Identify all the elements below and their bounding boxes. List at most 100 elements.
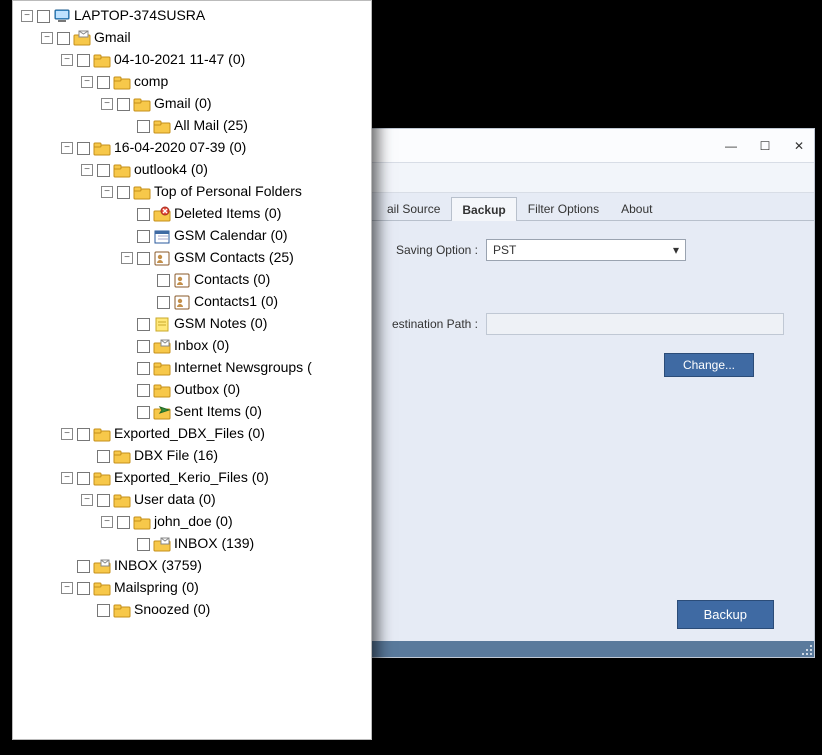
destination-path-label: estination Path :	[376, 317, 486, 331]
tree-checkbox[interactable]	[137, 340, 150, 353]
tree-node[interactable]: −outlook4 (0)	[15, 159, 369, 181]
folder-icon	[153, 360, 171, 376]
maximize-button[interactable]: ☐	[758, 139, 772, 153]
tree-checkbox[interactable]	[137, 208, 150, 221]
tree-node[interactable]: GSM Calendar (0)	[15, 225, 369, 247]
tree-node[interactable]: Sent Items (0)	[15, 401, 369, 423]
collapse-toggle[interactable]: −	[41, 32, 53, 44]
tree-node[interactable]: Contacts (0)	[15, 269, 369, 291]
tree-checkbox[interactable]	[137, 538, 150, 551]
collapse-toggle[interactable]: −	[61, 472, 73, 484]
close-button[interactable]: ✕	[792, 139, 806, 153]
tree-checkbox[interactable]	[137, 406, 150, 419]
tree-checkbox[interactable]	[77, 560, 90, 573]
tree-checkbox[interactable]	[137, 120, 150, 133]
collapse-toggle[interactable]: −	[61, 428, 73, 440]
tree-node-label: Exported_Kerio_Files (0)	[114, 467, 269, 489]
folder-icon	[133, 184, 151, 200]
collapse-toggle[interactable]: −	[81, 494, 93, 506]
tree-node[interactable]: −Gmail	[15, 27, 369, 49]
tree-checkbox[interactable]	[77, 472, 90, 485]
tree-node[interactable]: Outbox (0)	[15, 379, 369, 401]
tree-checkbox[interactable]	[137, 384, 150, 397]
tree-node[interactable]: INBOX (3759)	[15, 555, 369, 577]
tree-checkbox[interactable]	[137, 230, 150, 243]
backup-button[interactable]: Backup	[677, 600, 774, 629]
tree-node[interactable]: −comp	[15, 71, 369, 93]
tree-checkbox[interactable]	[97, 76, 110, 89]
tree-node[interactable]: −04-10-2021 11-47 (0)	[15, 49, 369, 71]
tree-node[interactable]: −GSM Contacts (25)	[15, 247, 369, 269]
tree-node-label: INBOX (139)	[174, 533, 254, 555]
tree-checkbox[interactable]	[137, 318, 150, 331]
folder-icon	[93, 140, 111, 156]
tab-about[interactable]: About	[610, 196, 663, 220]
tree-node[interactable]: − Exported_Kerio_Files (0)	[15, 467, 369, 489]
tree-node[interactable]: Deleted Items (0)	[15, 203, 369, 225]
tree-node[interactable]: DBX File (16)	[15, 445, 369, 467]
tree-node[interactable]: −LAPTOP-374SUSRA	[15, 5, 369, 27]
tree-node-label: Exported_DBX_Files (0)	[114, 423, 265, 445]
tree-checkbox[interactable]	[37, 10, 50, 23]
destination-path-input[interactable]	[486, 313, 784, 335]
collapse-toggle[interactable]: −	[81, 76, 93, 88]
tab-backup[interactable]: Backup	[451, 197, 516, 221]
resize-grip-icon[interactable]	[800, 643, 814, 657]
minimize-button[interactable]: —	[724, 139, 738, 153]
collapse-toggle[interactable]: −	[21, 10, 33, 22]
tree-node[interactable]: − Top of Personal Folders	[15, 181, 369, 203]
folder-icon	[93, 470, 111, 486]
tree-checkbox[interactable]	[97, 494, 110, 507]
folder-icon	[113, 162, 131, 178]
tree-checkbox[interactable]	[97, 450, 110, 463]
tree-node[interactable]: Contacts1 (0)	[15, 291, 369, 313]
tree-node[interactable]: −john_doe (0)	[15, 511, 369, 533]
contacts-icon	[173, 294, 191, 310]
tree-node[interactable]: −Gmail (0)	[15, 93, 369, 115]
tree-checkbox[interactable]	[137, 252, 150, 265]
collapse-toggle[interactable]: −	[81, 164, 93, 176]
tree-checkbox[interactable]	[157, 296, 170, 309]
tree-checkbox[interactable]	[77, 582, 90, 595]
collapse-toggle[interactable]: −	[101, 98, 113, 110]
tree-checkbox[interactable]	[117, 516, 130, 529]
tree-node[interactable]: INBOX (139)	[15, 533, 369, 555]
tab-filter-options[interactable]: Filter Options	[517, 196, 610, 220]
inbox-icon	[153, 536, 171, 552]
tree-checkbox[interactable]	[137, 362, 150, 375]
tree-node[interactable]: GSM Notes (0)	[15, 313, 369, 335]
tree-node-label: INBOX (3759)	[114, 555, 202, 577]
tree-node[interactable]: −User data (0)	[15, 489, 369, 511]
tree-node[interactable]: Internet Newsgroups (	[15, 357, 369, 379]
tree-node[interactable]: − Exported_DBX_Files (0)	[15, 423, 369, 445]
tree-checkbox[interactable]	[97, 164, 110, 177]
tree-node[interactable]: −16-04-2020 07-39 (0)	[15, 137, 369, 159]
collapse-toggle[interactable]: −	[61, 142, 73, 154]
tab-mail-source[interactable]: ail Source	[376, 196, 451, 220]
collapse-toggle[interactable]: −	[121, 252, 133, 264]
tree-node-label: Top of Personal Folders	[154, 181, 302, 203]
tree-checkbox[interactable]	[77, 142, 90, 155]
tree-node[interactable]: −Mailspring (0)	[15, 577, 369, 599]
folder-icon	[153, 118, 171, 134]
tree-node-label: Internet Newsgroups (	[174, 357, 312, 379]
collapse-toggle[interactable]: −	[101, 516, 113, 528]
saving-option-select[interactable]: PST ▾	[486, 239, 686, 261]
tree-checkbox[interactable]	[97, 604, 110, 617]
folder-icon	[133, 96, 151, 112]
tree-checkbox[interactable]	[77, 54, 90, 67]
tree-node[interactable]: Inbox (0)	[15, 335, 369, 357]
notes-icon	[153, 316, 171, 332]
tree-checkbox[interactable]	[117, 186, 130, 199]
tree-node-label: DBX File (16)	[134, 445, 218, 467]
collapse-toggle[interactable]: −	[101, 186, 113, 198]
change-button[interactable]: Change...	[664, 353, 754, 377]
tree-checkbox[interactable]	[57, 32, 70, 45]
tree-checkbox[interactable]	[157, 274, 170, 287]
tree-checkbox[interactable]	[117, 98, 130, 111]
tree-node[interactable]: All Mail (25)	[15, 115, 369, 137]
collapse-toggle[interactable]: −	[61, 582, 73, 594]
collapse-toggle[interactable]: −	[61, 54, 73, 66]
tree-node[interactable]: Snoozed (0)	[15, 599, 369, 621]
tree-checkbox[interactable]	[77, 428, 90, 441]
